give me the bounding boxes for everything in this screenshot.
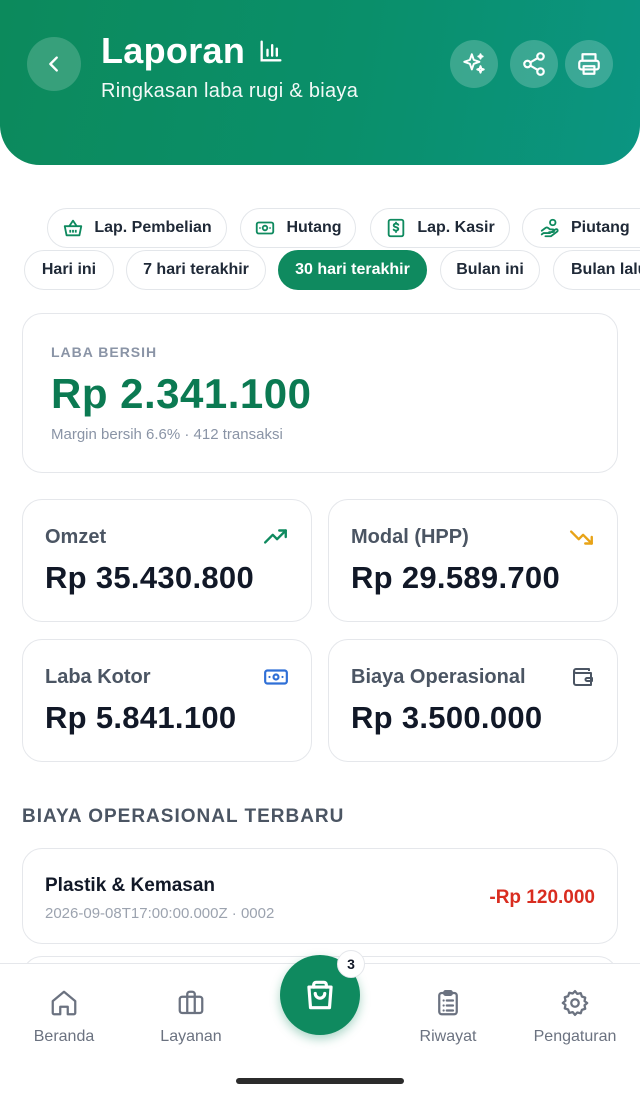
banknote-icon: [263, 666, 289, 688]
trending-down-icon: [569, 526, 595, 548]
filter-label: Bulan ini: [456, 261, 524, 278]
tab-label: Piutang: [571, 219, 630, 236]
filter-7-hari[interactable]: 7 hari terakhir: [126, 250, 266, 290]
banknote-icon: [254, 217, 276, 239]
nav-riwayat[interactable]: Riwayat: [393, 988, 503, 1046]
header-title-block: Laporan Ringkasan laba rugi & biaya: [101, 30, 358, 103]
stat-card-biaya-operasional[interactable]: Biaya Operasional Rp 3.500.000: [328, 639, 618, 762]
nav-pengaturan[interactable]: Pengaturan: [520, 988, 630, 1046]
expense-name: Plastik & Kemasan: [45, 875, 216, 896]
share-icon: [523, 52, 545, 76]
trending-up-icon: [263, 526, 289, 548]
chevron-left-icon: [49, 56, 58, 72]
net-profit-value: Rp 2.341.100: [51, 370, 312, 417]
sparkles-icon: [463, 53, 485, 74]
tab-label: Lap. Pembelian: [94, 219, 212, 236]
filter-bulan-lalu[interactable]: Bulan lalu: [553, 250, 640, 290]
nav-label: Riwayat: [419, 1028, 477, 1045]
stat-card-laba-kotor[interactable]: Laba Kotor Rp 5.841.100: [22, 639, 312, 762]
stat-label: Modal (HPP): [351, 526, 469, 548]
filter-label: 7 hari terakhir: [143, 261, 249, 278]
expense-amount: -Rp 120.000: [489, 887, 595, 908]
stat-label: Omzet: [45, 526, 107, 548]
cart-count-badge: 3: [337, 950, 365, 978]
hand-coins-icon: [539, 217, 561, 239]
expense-item[interactable]: Plastik & Kemasan 2026-09-08T17:00:00.00…: [22, 848, 618, 944]
page-subtitle: Ringkasan laba rugi & biaya: [101, 80, 359, 102]
stat-label: Biaya Operasional: [351, 666, 526, 688]
stat-card-omzet[interactable]: Omzet Rp 35.430.800: [22, 499, 312, 622]
printer-icon: [578, 53, 600, 75]
tab-hutang[interactable]: Hutang: [240, 208, 356, 248]
nav-label: Pengaturan: [533, 1028, 617, 1045]
tab-lap-pembelian[interactable]: Lap. Pembelian: [47, 208, 227, 248]
back-button[interactable]: [27, 37, 81, 91]
tab-lap-kasir[interactable]: Lap. Kasir: [370, 208, 510, 248]
shopping-bag-icon: [307, 980, 333, 1010]
nav-label: Beranda: [33, 1028, 95, 1045]
tab-piutang[interactable]: Piutang: [522, 208, 640, 248]
home-indicator: [236, 1078, 404, 1084]
report-type-tabs: Lap. Pembelian Hutang Lap. Kasir Piutang: [0, 208, 640, 252]
stat-value: Rp 29.589.700: [351, 560, 560, 595]
net-profit-card: LABA BERSIH Rp 2.341.100 Margin bersih 6…: [22, 313, 618, 473]
gear-icon: [561, 990, 589, 1016]
stat-value: Rp 35.430.800: [45, 560, 254, 595]
filter-label: 30 hari terakhir: [295, 261, 410, 278]
home-icon: [51, 990, 77, 1016]
app-header: Laporan Ringkasan laba rugi & biaya: [0, 0, 640, 165]
period-filter-tabs: Hari ini 7 hari terakhir 30 hari terakhi…: [0, 250, 640, 294]
tab-label: Lap. Kasir: [417, 219, 495, 236]
ai-insight-button[interactable]: [450, 40, 498, 88]
filter-30-hari[interactable]: 30 hari terakhir: [278, 250, 427, 290]
filter-label: Hari ini: [41, 261, 97, 278]
wallet-icon: [571, 666, 595, 688]
filter-hari-ini[interactable]: Hari ini: [24, 250, 114, 290]
tab-label: Hutang: [286, 219, 342, 236]
basket-icon: [62, 217, 84, 239]
filter-label: Bulan lalu: [571, 261, 640, 278]
section-title-expenses: BIAYA OPERASIONAL TERBARU: [22, 806, 345, 827]
nav-label: Layanan: [160, 1028, 222, 1045]
stat-card-modal[interactable]: Modal (HPP) Rp 29.589.700: [328, 499, 618, 622]
share-button[interactable]: [510, 40, 558, 88]
clipboard-list-icon: [438, 990, 458, 1016]
stat-value: Rp 5.841.100: [45, 700, 237, 735]
nav-layanan[interactable]: Layanan: [136, 988, 246, 1046]
nav-beranda[interactable]: Beranda: [9, 988, 119, 1046]
net-profit-label: LABA BERSIH: [51, 344, 158, 360]
filter-bulan-ini[interactable]: Bulan ini: [440, 250, 540, 290]
net-profit-subtitle: Margin bersih 6.6% · 412 transaksi: [51, 426, 283, 443]
receipt-dollar-icon: [385, 217, 407, 239]
stat-value: Rp 3.500.000: [351, 700, 543, 735]
briefcase-icon: [178, 990, 204, 1015]
stat-label: Laba Kotor: [45, 666, 151, 688]
bar-chart-icon: [257, 37, 285, 65]
expense-meta: 2026-09-08T17:00:00.000Z · 0002: [45, 905, 275, 922]
print-button[interactable]: [565, 40, 613, 88]
page-title: Laporan: [101, 30, 246, 71]
